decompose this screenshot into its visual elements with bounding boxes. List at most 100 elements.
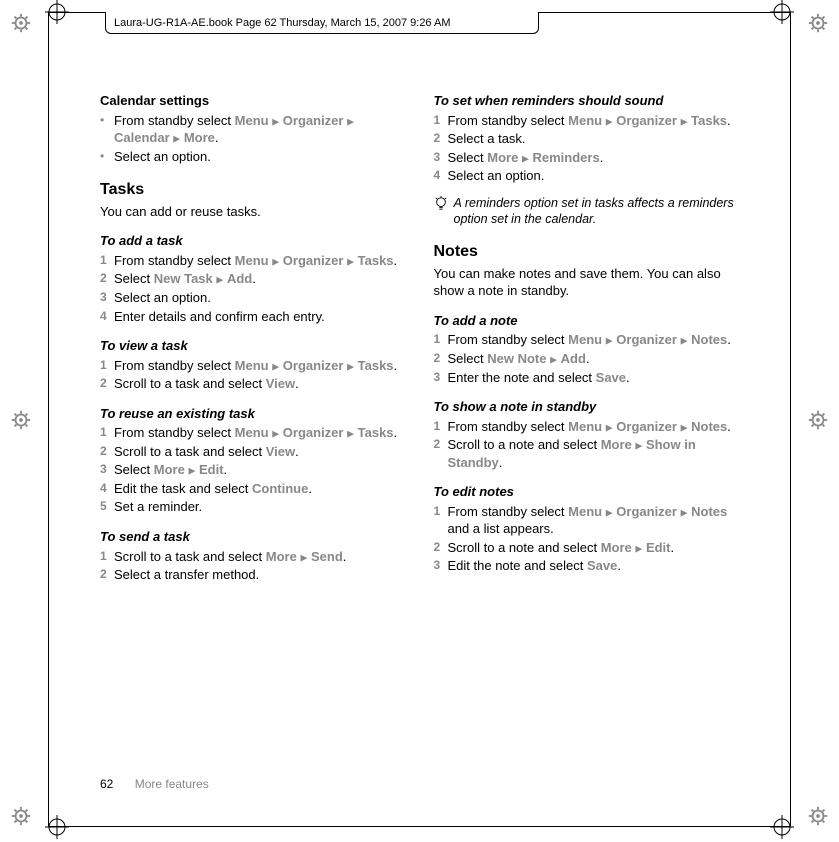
step-item: 2Scroll to a note and select More ▶ Edit… xyxy=(434,539,740,557)
step-text: Select a transfer method. xyxy=(114,566,406,584)
step-text: Select New Task ▶ Add. xyxy=(114,270,406,288)
step-item: 1From standby select Menu ▶ Organizer ▶ … xyxy=(100,252,406,270)
step-text: From standby select Menu ▶ Organizer ▶ T… xyxy=(114,357,406,375)
step-item: 3Select an option. xyxy=(100,289,406,307)
step-item: 4Select an option. xyxy=(434,167,740,185)
step-item: 1From standby select Menu ▶ Organizer ▶ … xyxy=(100,357,406,375)
send-task-steps: 1Scroll to a task and select More ▶ Send… xyxy=(100,548,406,584)
step-number: 1 xyxy=(434,331,448,347)
step-item: 1From standby select Menu ▶ Organizer ▶ … xyxy=(100,424,406,442)
edit-notes-steps: 1From standby select Menu ▶ Organizer ▶ … xyxy=(434,503,740,575)
step-item: 2Scroll to a note and select More ▶ Show… xyxy=(434,436,740,471)
step-text: From standby select Menu ▶ Organizer ▶ T… xyxy=(114,424,406,442)
step-text: Select an option. xyxy=(448,167,740,185)
step-number: 1 xyxy=(100,424,114,440)
show-note-steps: 1From standby select Menu ▶ Organizer ▶ … xyxy=(434,418,740,472)
step-number: 3 xyxy=(434,149,448,165)
reuse-task-title: To reuse an existing task xyxy=(100,405,406,423)
step-number: 2 xyxy=(434,350,448,366)
step-item: 3Enter the note and select Save. xyxy=(434,369,740,387)
step-number: 3 xyxy=(434,369,448,385)
reminders-title: To set when reminders should sound xyxy=(434,92,740,110)
page-header: Laura-UG-R1A-AE.book Page 62 Thursday, M… xyxy=(105,12,539,34)
step-text: From standby select Menu ▶ Organizer ▶ N… xyxy=(448,331,740,349)
step-text: Select an option. xyxy=(114,148,406,166)
step-number: 1 xyxy=(100,357,114,373)
step-text: Select a task. xyxy=(448,130,740,148)
step-text: From standby select Menu ▶ Organizer ▶ N… xyxy=(448,503,740,538)
step-item: 3Edit the note and select Save. xyxy=(434,557,740,575)
notes-intro: You can make notes and save them. You ca… xyxy=(434,265,740,300)
step-text: From standby select Menu ▶ Organizer ▶ T… xyxy=(448,112,740,130)
bullet-icon: • xyxy=(100,148,114,165)
frame-line xyxy=(48,826,791,827)
show-note-title: To show a note in standby xyxy=(434,398,740,416)
step-text: Scroll to a task and select View. xyxy=(114,375,406,393)
header-text: Laura-UG-R1A-AE.book Page 62 Thursday, M… xyxy=(114,17,451,29)
add-task-steps: 1From standby select Menu ▶ Organizer ▶ … xyxy=(100,252,406,325)
bullet-item: •Select an option. xyxy=(100,148,406,166)
gear-icon xyxy=(10,805,32,827)
tasks-intro: You can add or reuse tasks. xyxy=(100,203,406,221)
step-number: 2 xyxy=(100,270,114,286)
step-number: 1 xyxy=(434,418,448,434)
step-text: Edit the task and select Continue. xyxy=(114,480,406,498)
step-number: 1 xyxy=(100,252,114,268)
step-text: Scroll to a note and select More ▶ Show … xyxy=(448,436,740,471)
frame-line xyxy=(48,12,49,827)
view-task-title: To view a task xyxy=(100,337,406,355)
edit-notes-title: To edit notes xyxy=(434,483,740,501)
step-number: 5 xyxy=(100,498,114,514)
step-number: 2 xyxy=(434,130,448,146)
bullet-icon: • xyxy=(100,112,114,129)
gear-icon xyxy=(807,12,829,34)
step-number: 2 xyxy=(100,443,114,459)
step-number: 4 xyxy=(100,308,114,324)
step-item: 1From standby select Menu ▶ Organizer ▶ … xyxy=(434,418,740,436)
step-text: From standby select Menu ▶ Organizer ▶ C… xyxy=(114,112,406,147)
tip-text: A reminders option set in tasks affects … xyxy=(454,195,740,228)
tasks-title: Tasks xyxy=(100,179,406,201)
calendar-settings-title: Calendar settings xyxy=(100,92,406,110)
step-text: Scroll to a note and select More ▶ Edit. xyxy=(448,539,740,557)
step-text: Set a reminder. xyxy=(114,498,406,516)
step-text: From standby select Menu ▶ Organizer ▶ N… xyxy=(448,418,740,436)
step-number: 1 xyxy=(434,112,448,128)
send-task-title: To send a task xyxy=(100,528,406,546)
step-text: Select More ▶ Edit. xyxy=(114,461,406,479)
step-text: Select an option. xyxy=(114,289,406,307)
step-number: 2 xyxy=(100,566,114,582)
step-number: 2 xyxy=(434,539,448,555)
step-item: 2Select a task. xyxy=(434,130,740,148)
page-content: Calendar settings •From standby select M… xyxy=(100,90,739,769)
notes-title: Notes xyxy=(434,241,740,263)
step-item: 2Scroll to a task and select View. xyxy=(100,443,406,461)
step-item: 2Select New Task ▶ Add. xyxy=(100,270,406,288)
step-item: 1From standby select Menu ▶ Organizer ▶ … xyxy=(434,503,740,538)
page-number: 62 xyxy=(100,777,113,791)
reuse-task-steps: 1From standby select Menu ▶ Organizer ▶ … xyxy=(100,424,406,516)
gear-icon xyxy=(807,409,829,431)
step-item: 2Select New Note ▶ Add. xyxy=(434,350,740,368)
left-column: Calendar settings •From standby select M… xyxy=(100,90,406,769)
step-number: 2 xyxy=(434,436,448,452)
reminders-steps: 1From standby select Menu ▶ Organizer ▶ … xyxy=(434,112,740,185)
step-text: From standby select Menu ▶ Organizer ▶ T… xyxy=(114,252,406,270)
step-item: 5Set a reminder. xyxy=(100,498,406,516)
add-task-title: To add a task xyxy=(100,232,406,250)
step-item: 3Select More ▶ Edit. xyxy=(100,461,406,479)
add-note-title: To add a note xyxy=(434,312,740,330)
step-number: 3 xyxy=(100,461,114,477)
bullet-item: •From standby select Menu ▶ Organizer ▶ … xyxy=(100,112,406,147)
step-number: 3 xyxy=(100,289,114,305)
page-footer: 62 More features xyxy=(100,777,209,791)
add-note-steps: 1From standby select Menu ▶ Organizer ▶ … xyxy=(434,331,740,386)
step-text: Enter the note and select Save. xyxy=(448,369,740,387)
step-number: 4 xyxy=(434,167,448,183)
step-number: 4 xyxy=(100,480,114,496)
step-item: 1From standby select Menu ▶ Organizer ▶ … xyxy=(434,331,740,349)
step-number: 2 xyxy=(100,375,114,391)
lightbulb-icon xyxy=(434,196,448,218)
tip-box: A reminders option set in tasks affects … xyxy=(434,195,740,228)
step-number: 1 xyxy=(100,548,114,564)
